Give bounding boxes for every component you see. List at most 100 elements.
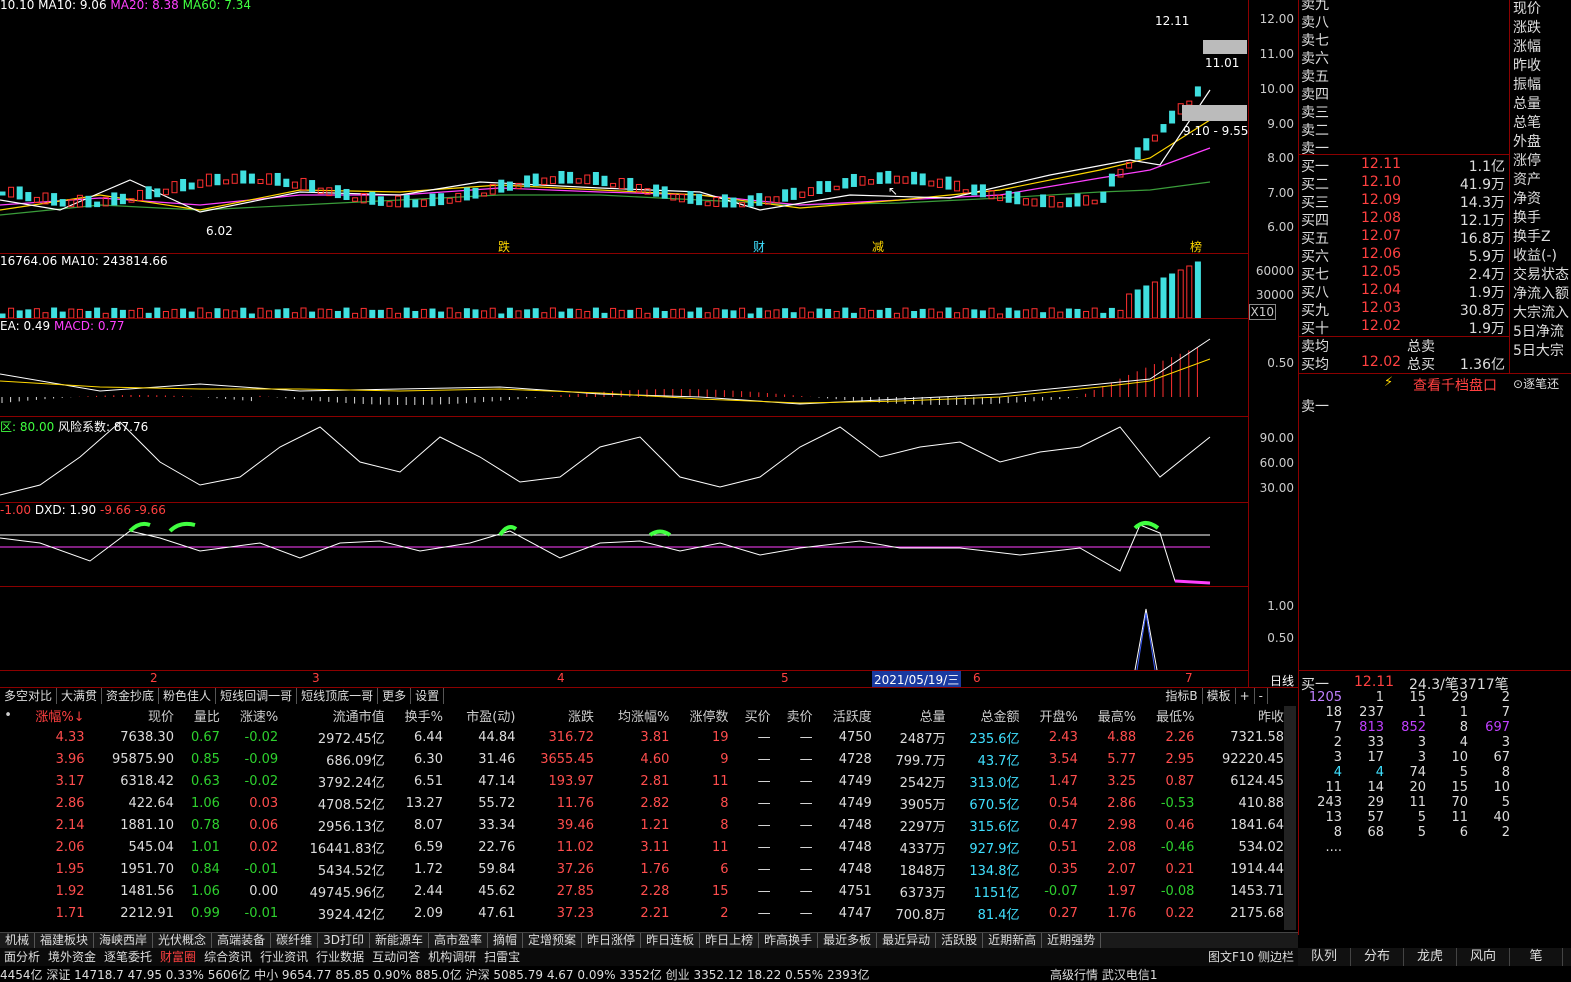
sector-tab[interactable]: 昨日涨停: [582, 933, 642, 948]
view-depth-link[interactable]: 查看千档盘口: [1413, 375, 1497, 395]
right-tab[interactable]: 队列: [1298, 948, 1351, 966]
status-tab[interactable]: 扫雷宝: [480, 948, 524, 966]
sector-tab[interactable]: 高端装备: [212, 933, 272, 948]
sector-tab[interactable]: 昨日上榜: [700, 933, 760, 948]
sell-row[interactable]: 卖九: [1299, 0, 1509, 13]
buy-row[interactable]: 买十 12.02 1.9万: [1299, 318, 1509, 337]
buy-row[interactable]: 买七 12.05 2.4万: [1299, 264, 1509, 283]
column-header[interactable]: 涨幅%↓: [18, 704, 91, 726]
sector-tab[interactable]: 最近多板: [818, 933, 878, 948]
kline-panel[interactable]: 10.10 MA10: 9.06 MA20: 8.38 MA60: 7.34 ↖…: [0, 0, 1248, 254]
column-header[interactable]: 均涨幅%: [600, 704, 675, 726]
status-tab[interactable]: 综合资讯: [200, 948, 256, 966]
right-tab[interactable]: 笔: [1510, 948, 1563, 966]
signal-panel[interactable]: [0, 587, 1248, 670]
column-header[interactable]: 总量: [878, 704, 952, 726]
volume-panel[interactable]: 16764.06 MA10: 243814.66: [0, 254, 1248, 318]
column-header[interactable]: 最高%: [1084, 704, 1142, 726]
table-row[interactable]: 1.92 1481.56 1.06 0.00 49745.96亿 2.44 45.62 27.…: [0, 880, 1290, 902]
column-header[interactable]: 卖价: [777, 704, 819, 726]
table-row[interactable]: 1.71 2212.91 0.99 -0.01 3924.42亿 2.09 47.61 37.…: [0, 902, 1290, 924]
status-tab[interactable]: 财富圈: [156, 948, 200, 966]
sell-row[interactable]: 卖七: [1299, 30, 1509, 49]
buy-row[interactable]: 买八 12.04 1.9万: [1299, 282, 1509, 301]
sector-tab[interactable]: 最近异动: [877, 933, 937, 948]
risk-panel[interactable]: 区: 80.00 风险系数: 87.76: [0, 417, 1248, 502]
column-header[interactable]: 总金额: [952, 704, 1026, 726]
table-row[interactable]: 1.95 1951.70 0.84 -0.01 5434.52亿 1.72 59.84 37.…: [0, 858, 1290, 880]
indicator-tab[interactable]: 资金抄底: [102, 688, 160, 704]
sector-tab[interactable]: 机械: [0, 933, 36, 948]
column-header[interactable]: 买价: [735, 704, 777, 726]
column-header[interactable]: 开盘%: [1026, 704, 1084, 726]
column-header[interactable]: 涨速%: [226, 704, 284, 726]
sector-tab[interactable]: 近期新高: [983, 933, 1043, 948]
tick-detail-link[interactable]: ⊙逐笔还: [1513, 375, 1559, 392]
column-header[interactable]: 活跃度: [819, 704, 878, 726]
buy-row[interactable]: 买三 12.09 14.3万: [1299, 192, 1509, 211]
status-tab[interactable]: 行业数据: [312, 948, 368, 966]
macd-panel[interactable]: EA: 0.49 MACD: 0.77: [0, 319, 1248, 416]
status-right[interactable]: 图文F10 侧边栏: [1204, 948, 1298, 966]
buy-row[interactable]: 买六 12.06 5.9万: [1299, 246, 1509, 265]
right-tab[interactable]: 龙虎: [1404, 948, 1457, 966]
sell-row[interactable]: 卖六: [1299, 48, 1509, 67]
column-header[interactable]: 量比: [180, 704, 226, 726]
sector-tab[interactable]: 定增预案: [523, 933, 583, 948]
buy-row[interactable]: 买九 12.03 30.8万: [1299, 300, 1509, 319]
sell-row[interactable]: 卖五: [1299, 66, 1509, 85]
sell-row[interactable]: 卖四: [1299, 84, 1509, 103]
right-tab[interactable]: 风向: [1457, 948, 1510, 966]
status-tab[interactable]: 面分析: [0, 948, 44, 966]
sector-tab[interactable]: 近期强势: [1042, 933, 1102, 948]
table-row[interactable]: 4.33 7638.30 0.67 -0.02 2972.45亿 6.44 44.84 316…: [0, 726, 1290, 748]
indicator-tab[interactable]: 短线顶底一哥: [297, 688, 379, 704]
right-tab[interactable]: 分布: [1351, 948, 1404, 966]
buy-row[interactable]: 买二 12.10 41.9万: [1299, 174, 1509, 193]
status-tab[interactable]: 机构调研: [424, 948, 480, 966]
sector-tab[interactable]: 新能源车: [370, 933, 429, 948]
dxd-panel[interactable]: -1.00 DXD: 1.90 -9.66 -9.66: [0, 503, 1248, 586]
sector-tab[interactable]: 碳纤维: [271, 933, 319, 948]
sell-row[interactable]: 卖八: [1299, 12, 1509, 31]
table-row[interactable]: 3.17 6318.42 0.63 -0.02 3792.24亿 6.51 47.14 193…: [0, 770, 1290, 792]
column-header[interactable]: 昨收: [1200, 704, 1290, 726]
column-header[interactable]: 涨跌: [521, 704, 600, 726]
column-header[interactable]: 市盈(动): [449, 704, 521, 726]
sector-tab[interactable]: 福建板块: [35, 933, 95, 948]
column-header[interactable]: •: [0, 704, 18, 726]
buy-row[interactable]: 买四 12.08 12.1万: [1299, 210, 1509, 229]
sector-tab[interactable]: 高市盈率: [429, 933, 489, 948]
template-tab[interactable]: -: [1255, 688, 1268, 704]
indicator-tab[interactable]: 更多: [378, 688, 412, 704]
sector-tab[interactable]: 活跃股: [936, 933, 984, 948]
indicator-tab[interactable]: 短线回调一哥: [216, 688, 298, 704]
sell-row[interactable]: 卖二: [1299, 120, 1509, 139]
buy-row[interactable]: 买一 12.11 1.1亿: [1299, 156, 1509, 175]
table-row[interactable]: 2.06 545.04 1.01 0.02 16441.83亿 6.59 22.76 11.0…: [0, 836, 1290, 858]
table-row[interactable]: 2.86 422.64 1.06 0.03 4708.52亿 13.27 55.72 11.7…: [0, 792, 1290, 814]
sector-tab[interactable]: 摘帽: [488, 933, 524, 948]
sector-tab[interactable]: 3D打印: [318, 933, 370, 948]
sector-tab[interactable]: 光伏概念: [153, 933, 213, 948]
status-tab[interactable]: 境外资金: [44, 948, 100, 966]
buy-row[interactable]: 买五 12.07 16.8万: [1299, 228, 1509, 247]
status-tab[interactable]: 互动问答: [368, 948, 424, 966]
status-tab[interactable]: 行业资讯: [256, 948, 312, 966]
indicator-tab[interactable]: 多空对比: [0, 688, 58, 704]
table-scrollbar[interactable]: [1284, 706, 1296, 930]
column-header[interactable]: 流通市值: [284, 704, 390, 726]
status-tab[interactable]: 逐笔委托: [100, 948, 156, 966]
column-header[interactable]: 换手%: [391, 704, 449, 726]
template-tab[interactable]: 指标B: [1161, 688, 1203, 704]
column-header[interactable]: 涨停数: [675, 704, 734, 726]
sector-tab[interactable]: 昨日连板: [641, 933, 701, 948]
sector-tab[interactable]: 海峡西岸: [94, 933, 154, 948]
template-tab[interactable]: 模板: [1203, 688, 1236, 704]
table-row[interactable]: 2.14 1881.10 0.78 0.06 2956.13亿 8.07 33.34 39.4…: [0, 814, 1290, 836]
sell-row[interactable]: 卖三: [1299, 102, 1509, 121]
sector-tab[interactable]: 昨高换手: [759, 933, 819, 948]
indicator-tab[interactable]: 大满贯: [57, 688, 103, 704]
column-header[interactable]: 现价: [91, 704, 180, 726]
indicator-tab[interactable]: 设置: [411, 688, 445, 704]
